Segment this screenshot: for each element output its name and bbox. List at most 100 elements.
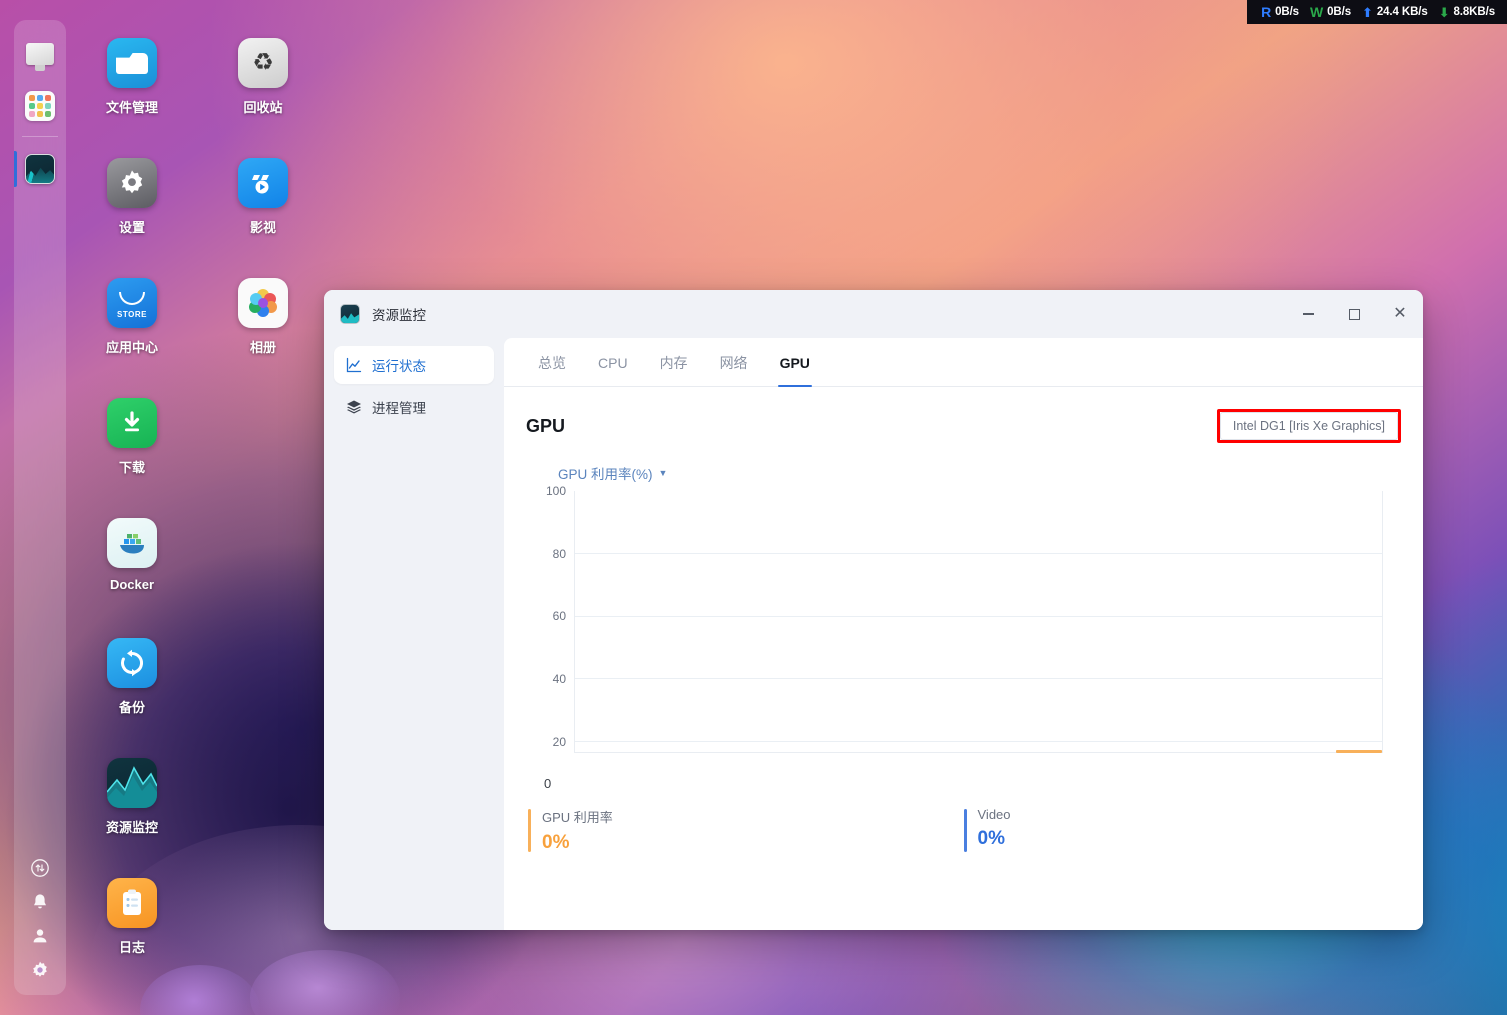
sidebar-item-label: 运行状态 — [372, 359, 426, 374]
resource-monitor-icon — [25, 154, 55, 184]
monitor-icon — [26, 43, 54, 65]
minimize-icon — [1302, 313, 1314, 315]
stat-label: GPU 利用率 — [542, 810, 613, 825]
tab-cpu[interactable]: CPU — [582, 340, 644, 386]
desktop-icon-label: 设置 — [118, 220, 145, 235]
panel-header: GPU Intel DG1 [Iris Xe Graphics] — [526, 409, 1401, 443]
metric-dropdown-label: GPU 利用率(%) — [558, 467, 653, 482]
sidebar-item-label: 进程管理 — [372, 401, 426, 416]
desktop-icon-label: 备份 — [118, 700, 145, 715]
stat-card-gpu-utilization: GPU 利用率 0% — [528, 807, 964, 854]
y-axis-tick: 20 — [552, 734, 566, 749]
desktop-icon-app-store[interactable]: STORE 应用中心 — [84, 278, 180, 356]
window-title: 资源监控 — [372, 308, 426, 323]
window-body: 运行状态 进程管理 总览 CPU 内存 网络 GPU GPU Intel DG1… — [324, 338, 1423, 930]
bell-icon[interactable] — [29, 891, 51, 913]
content-area: 总览 CPU 内存 网络 GPU GPU Intel DG1 [Iris Xe … — [504, 338, 1423, 930]
disk-read-stat: R 0B/s — [1261, 4, 1299, 20]
desktop-icon-settings[interactable]: 设置 — [84, 158, 180, 236]
close-button[interactable]: ✕ — [1377, 290, 1423, 338]
close-icon: ✕ — [1393, 305, 1407, 322]
desktop-icon-docker[interactable]: Docker — [84, 518, 180, 592]
upload-arrow-icon: ⬆ — [1362, 4, 1373, 20]
desktop: R 0B/s W 0B/s ⬆ 24.4 KB/s ⬇ 8.8KB/s 文件管理… — [0, 0, 1507, 1015]
dock-divider — [22, 136, 58, 137]
desktop-icon-logs[interactable]: 日志 — [84, 878, 180, 956]
store-icon: STORE — [107, 278, 157, 328]
user-icon[interactable] — [29, 925, 51, 947]
maximize-button[interactable] — [1331, 290, 1377, 338]
maximize-icon — [1348, 308, 1360, 320]
desktop-icon-label: 资源监控 — [105, 820, 158, 835]
desktop-icon-resource-monitor[interactable]: 资源监控 — [84, 758, 180, 836]
desktop-icon-video[interactable]: 影视 — [215, 158, 311, 236]
desktop-icon-backup[interactable]: 备份 — [84, 638, 180, 716]
download-value: 8.8KB/s — [1453, 6, 1496, 18]
video-icon — [238, 158, 288, 208]
gpu-selector-highlight: Intel DG1 [Iris Xe Graphics] — [1216, 409, 1401, 443]
dock-bottom-group — [29, 857, 51, 995]
desktop-icon-label: 回收站 — [243, 100, 283, 115]
dock — [14, 20, 66, 995]
tab-memory[interactable]: 内存 — [644, 340, 704, 386]
backup-icon — [107, 638, 157, 688]
resource-monitor-window: 资源监控 ✕ 运行状态 进程管理 总览 CPU 内存 网络 GPU GPU In… — [324, 290, 1423, 930]
folder-icon — [107, 38, 157, 88]
chart-line-icon — [346, 357, 362, 373]
dock-item-show-desktop[interactable] — [14, 28, 66, 80]
gridline — [575, 553, 1382, 555]
transfer-icon[interactable] — [29, 857, 51, 879]
y-axis-tick: 40 — [552, 672, 566, 687]
dock-item-resource-monitor[interactable] — [14, 143, 66, 195]
metric-dropdown[interactable]: GPU 利用率(%) ▼ — [558, 463, 667, 483]
chart-plot-area — [574, 491, 1383, 753]
sidebar-item-runtime-status[interactable]: 运行状态 — [334, 346, 494, 384]
desktop-icon-file-manager[interactable]: 文件管理 — [84, 38, 180, 116]
chevron-down-icon: ▼ — [658, 468, 668, 478]
desktop-icon-recycle-bin[interactable]: ♻ 回收站 — [215, 38, 311, 116]
y-axis-tick: 80 — [552, 546, 566, 561]
desktop-icon-label: 下载 — [118, 460, 145, 475]
desktop-icon-label: 日志 — [118, 940, 145, 955]
gpu-panel: GPU Intel DG1 [Iris Xe Graphics] GPU 利用率… — [504, 387, 1423, 930]
layers-icon — [346, 399, 362, 415]
app-grid-icon — [25, 91, 55, 121]
photos-icon — [238, 278, 288, 328]
desktop-icon-label: 影视 — [249, 220, 276, 235]
docker-icon — [107, 518, 157, 568]
tab-gpu[interactable]: GPU — [764, 340, 826, 387]
disk-read-value: 0B/s — [1275, 6, 1299, 18]
network-stats-widget[interactable]: R 0B/s W 0B/s ⬆ 24.4 KB/s ⬇ 8.8KB/s — [1247, 0, 1507, 24]
page-title: GPU — [526, 415, 566, 436]
wallpaper-wave — [140, 965, 260, 1015]
dock-item-app-launcher[interactable] — [14, 80, 66, 132]
stat-value: 0% — [542, 832, 570, 853]
recycle-bin-icon: ♻ — [238, 38, 288, 88]
gpu-utilization-series — [1336, 750, 1382, 753]
disk-write-stat: W 0B/s — [1310, 4, 1351, 20]
desktop-icon-label: 文件管理 — [105, 100, 158, 115]
desktop-icon-label: 应用中心 — [105, 340, 158, 355]
tab-bar: 总览 CPU 内存 网络 GPU — [504, 338, 1423, 387]
minimize-button[interactable] — [1285, 290, 1331, 338]
gridline — [575, 740, 1382, 742]
desktop-icon-label: Docker — [109, 577, 155, 592]
chart-controls: GPU 利用率(%) ▼ — [558, 463, 1401, 483]
gear-icon[interactable] — [29, 959, 51, 981]
y-axis-tick: 100 — [545, 484, 566, 498]
network-download-stat: ⬇ 8.8KB/s — [1439, 6, 1495, 19]
gpu-device-selector[interactable]: Intel DG1 [Iris Xe Graphics] — [1219, 412, 1398, 440]
desktop-icon-photos[interactable]: 相册 — [215, 278, 311, 356]
window-titlebar[interactable]: 资源监控 ✕ — [324, 290, 1423, 338]
resource-monitor-icon — [340, 304, 360, 324]
gridline — [575, 678, 1382, 680]
logs-icon — [107, 878, 157, 928]
disk-write-value: 0B/s — [1327, 6, 1352, 18]
gear-icon — [107, 158, 157, 208]
desktop-icon-download[interactable]: 下载 — [84, 398, 180, 476]
sidebar-item-process-management[interactable]: 进程管理 — [334, 388, 494, 426]
disk-write-label: W — [1309, 4, 1324, 20]
tab-overview[interactable]: 总览 — [522, 340, 582, 386]
download-icon — [107, 398, 157, 448]
tab-network[interactable]: 网络 — [704, 340, 764, 386]
